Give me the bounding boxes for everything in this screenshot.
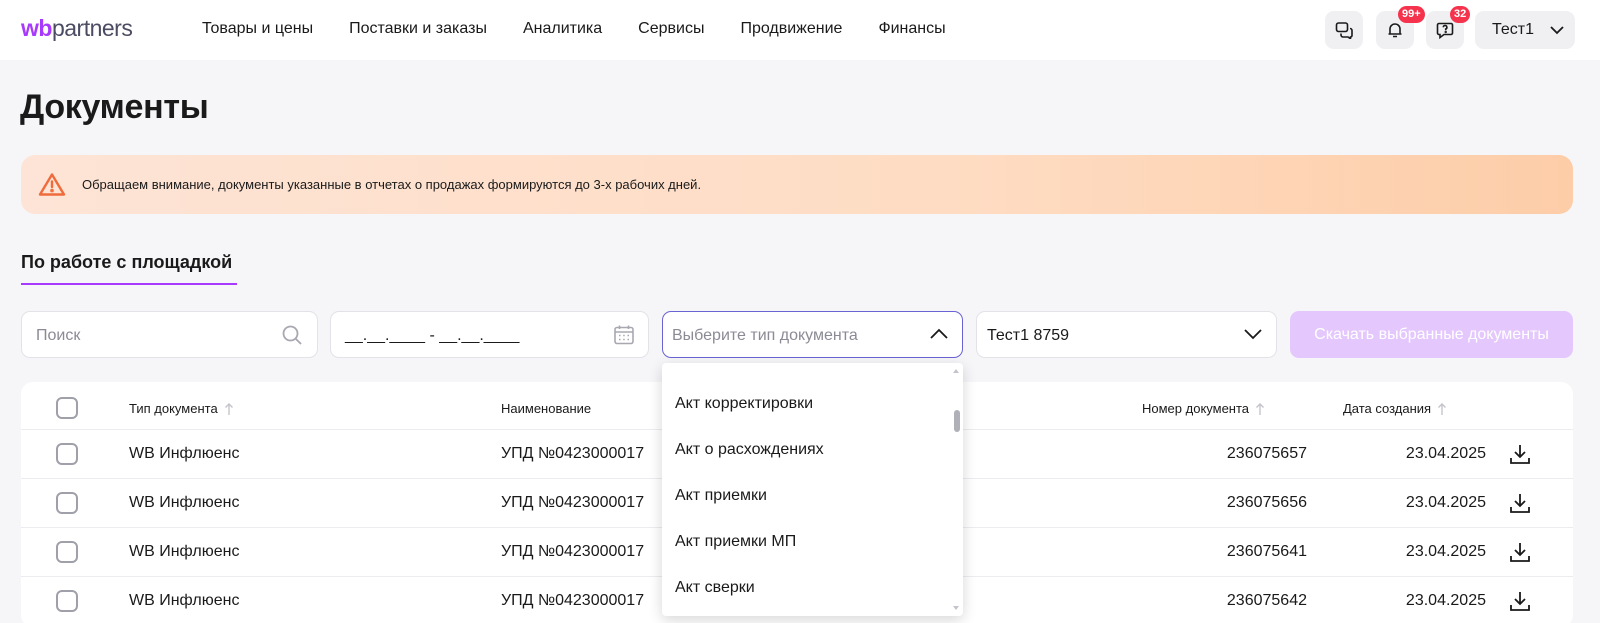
nav-goods-prices[interactable]: Товары и цены xyxy=(202,20,313,38)
document-type-select[interactable]: Выберите тип документа xyxy=(662,311,963,358)
sort-arrow-icon[interactable] xyxy=(224,402,234,416)
cell-name[interactable]: УПД №0423000017 xyxy=(501,543,644,561)
download-icon[interactable] xyxy=(1508,589,1532,613)
support-button[interactable]: 32 xyxy=(1426,6,1471,49)
download-icon[interactable] xyxy=(1508,491,1532,515)
cell-doc-number: 236075656 xyxy=(1226,494,1307,511)
chat-icon xyxy=(1335,22,1353,39)
chevron-down-icon xyxy=(1244,329,1262,340)
header-name: Наименование xyxy=(501,401,591,416)
download-icon[interactable] xyxy=(1508,540,1532,564)
dropdown-option[interactable]: Акт приемки МП xyxy=(675,533,796,551)
document-type-placeholder: Выберите тип документа xyxy=(672,327,858,344)
logo-wb-part: wb xyxy=(21,15,52,41)
row-checkbox[interactable] xyxy=(56,492,78,514)
cell-doc-type: WB Инфлюенс xyxy=(129,543,240,560)
cell-name[interactable]: УПД №0423000017 xyxy=(501,592,644,610)
cell-doc-type: WB Инфлюенс xyxy=(129,592,240,609)
dropdown-option[interactable]: Акт сверки xyxy=(675,579,755,597)
logo-partners-part: partners xyxy=(51,15,133,41)
alert-text: Обращаем внимание, документы указанные в… xyxy=(82,177,702,192)
dropdown-option[interactable]: Акт корректировки xyxy=(675,395,813,413)
top-bar: wbpartners Товары и цены Поставки и зака… xyxy=(0,0,1600,60)
cell-created: 23.04.2025 xyxy=(1405,494,1486,511)
account-select[interactable]: Тест1 8759 xyxy=(976,311,1277,358)
info-alert: Обращаем внимание, документы указанные в… xyxy=(21,155,1573,214)
date-range-mask: __.__.____ - __.__.____ xyxy=(345,327,520,344)
select-all-checkbox[interactable] xyxy=(56,397,78,419)
user-name: Тест1 xyxy=(1492,21,1534,38)
row-checkbox[interactable] xyxy=(56,443,78,465)
scroll-down-arrow-icon[interactable] xyxy=(952,605,960,611)
header-doc-type[interactable]: Тип документа xyxy=(129,401,234,416)
cell-doc-type: WB Инфлюенс xyxy=(129,445,240,462)
scroll-up-arrow-icon[interactable] xyxy=(952,368,960,374)
nav-analytics[interactable]: Аналитика xyxy=(523,20,602,38)
cell-doc-number: 236075641 xyxy=(1226,543,1307,560)
cell-doc-number: 236075657 xyxy=(1226,445,1307,462)
chat-button[interactable] xyxy=(1325,11,1363,49)
cell-doc-type: WB Инфлюенс xyxy=(129,494,240,511)
nav-services[interactable]: Сервисы xyxy=(638,20,704,38)
dropdown-option[interactable]: Акт приемки xyxy=(675,487,767,505)
tab-platform-work[interactable]: По работе с площадкой xyxy=(21,252,232,273)
support-badge: 32 xyxy=(1450,6,1471,23)
tab-active-indicator xyxy=(21,283,237,285)
dropdown-scrollbar-thumb[interactable] xyxy=(954,410,960,432)
search-icon xyxy=(282,325,302,345)
header-doc-type-label: Тип документа xyxy=(129,401,218,416)
wbpartners-logo[interactable]: wbpartners xyxy=(21,15,133,42)
date-range-input[interactable]: __.__.____ - __.__.____ xyxy=(330,311,649,358)
chevron-down-icon xyxy=(1550,26,1564,35)
cell-created: 23.04.2025 xyxy=(1405,543,1486,560)
search-input[interactable]: Поиск xyxy=(21,311,318,358)
cell-doc-number: 236075642 xyxy=(1226,592,1307,609)
notifications-button[interactable]: 99+ xyxy=(1376,6,1425,49)
calendar-icon[interactable] xyxy=(613,324,635,346)
document-type-dropdown[interactable]: Акт корректировки Акт о расхождениях Акт… xyxy=(662,363,963,616)
main-nav: Товары и цены Поставки и заказы Аналитик… xyxy=(202,20,982,38)
cell-created: 23.04.2025 xyxy=(1405,592,1486,609)
cell-name[interactable]: УПД №0423000017 xyxy=(501,445,644,463)
nav-promotion[interactable]: Продвижение xyxy=(740,20,842,38)
notifications-badge: 99+ xyxy=(1398,6,1425,23)
nav-supplies-orders[interactable]: Поставки и заказы xyxy=(349,20,487,38)
header-doc-number[interactable]: Номер документа xyxy=(1142,401,1265,416)
nav-finance[interactable]: Финансы xyxy=(878,20,945,38)
dropdown-option[interactable]: Акт о расхождениях xyxy=(675,441,824,459)
cell-created: 23.04.2025 xyxy=(1405,445,1486,462)
header-doc-number-label: Номер документа xyxy=(1142,401,1250,416)
bell-icon xyxy=(1388,23,1402,38)
support-question-icon xyxy=(1436,22,1454,39)
search-placeholder: Поиск xyxy=(36,327,81,344)
cell-name[interactable]: УПД №0423000017 xyxy=(501,494,644,512)
row-checkbox[interactable] xyxy=(56,541,78,563)
sort-arrow-icon[interactable] xyxy=(1255,402,1265,416)
download-selected-button[interactable]: Скачать выбранные документы xyxy=(1290,311,1573,358)
chevron-up-icon xyxy=(930,328,948,339)
row-checkbox[interactable] xyxy=(56,590,78,612)
header-name-label: Наименование xyxy=(501,401,592,416)
user-menu-button[interactable]: Тест1 xyxy=(1475,11,1575,49)
download-icon[interactable] xyxy=(1508,442,1532,466)
warning-icon xyxy=(38,173,66,196)
page-title: Документы xyxy=(20,88,209,126)
sort-arrow-icon[interactable] xyxy=(1437,402,1447,416)
account-select-value: Тест1 8759 xyxy=(987,327,1070,344)
header-created[interactable]: Дата создания xyxy=(1343,401,1447,416)
header-created-label: Дата создания xyxy=(1343,401,1432,416)
